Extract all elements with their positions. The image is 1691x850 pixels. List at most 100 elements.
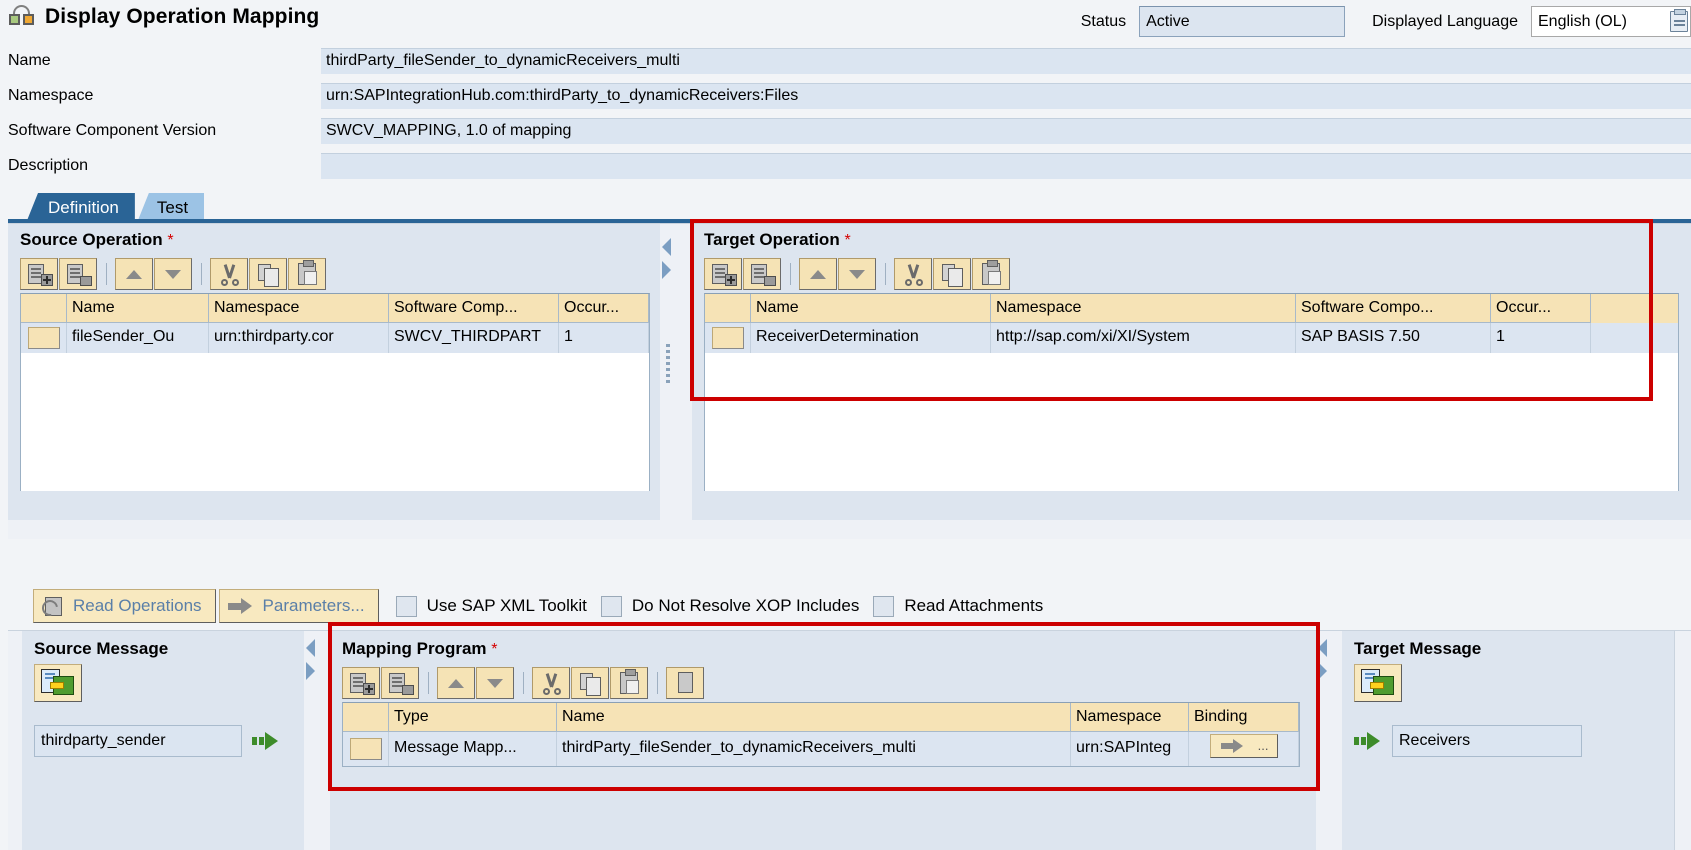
arrow-right-icon <box>227 598 254 614</box>
paste-icon[interactable] <box>288 258 326 290</box>
toolbar-separator <box>657 672 658 694</box>
source-operation-title: Source Operation * <box>20 230 660 250</box>
column-select <box>705 294 751 323</box>
insert-row-icon[interactable] <box>342 667 380 699</box>
read-attachments-checkbox[interactable]: Read Attachments <box>873 595 1044 617</box>
checkbox-icon[interactable] <box>873 595 895 617</box>
status-label: Status <box>1080 12 1127 30</box>
row-selector[interactable] <box>21 323 67 353</box>
do-not-resolve-xop-includes-label: Do Not Resolve XOP Includes <box>631 596 860 615</box>
target-message-value: Receivers <box>1392 725 1582 757</box>
toolbar-separator <box>885 263 886 285</box>
mapping-program-toolbar <box>342 664 1302 702</box>
source-message-structure-button[interactable] <box>34 664 82 702</box>
software-component-version-label: Software Component Version <box>8 122 217 139</box>
table-row[interactable]: Message Mapp... thirdParty_fileSender_to… <box>343 732 1299 766</box>
move-down-icon[interactable] <box>154 258 192 290</box>
table-empty-area <box>21 353 649 491</box>
insert-row-icon[interactable] <box>20 258 58 290</box>
binding-button[interactable]: ... <box>1209 734 1278 758</box>
toolbar-separator <box>201 263 202 285</box>
software-component-version-field: SWCV_MAPPING, 1.0 of mapping <box>321 118 1691 144</box>
delete-row-icon[interactable] <box>743 258 781 290</box>
column-software-component: Software Comp... <box>389 294 559 323</box>
required-star: * <box>167 232 174 249</box>
row-selector[interactable] <box>343 732 389 766</box>
display-icon[interactable] <box>666 667 704 699</box>
vertical-scrollbar[interactable] <box>1674 631 1691 850</box>
move-up-icon[interactable] <box>115 258 153 290</box>
move-down-icon[interactable] <box>838 258 876 290</box>
cell-namespace: urn:SAPInteg <box>1071 732 1189 766</box>
list-picker-icon[interactable] <box>1670 9 1688 32</box>
cell-occurrence: 1 <box>1491 323 1591 353</box>
do-not-resolve-xop-includes-checkbox[interactable]: Do Not Resolve XOP Includes <box>600 595 860 617</box>
move-up-icon[interactable] <box>799 258 837 290</box>
use-sap-xml-toolkit-checkbox[interactable]: Use SAP XML Toolkit <box>395 595 587 617</box>
target-operation-title-text: Target Operation <box>704 230 840 249</box>
delete-row-icon[interactable] <box>381 667 419 699</box>
delete-row-icon[interactable] <box>59 258 97 290</box>
collapse-left-arrow-icon[interactable] <box>306 639 315 657</box>
source-message-panel: Source Message thirdparty_sender <box>22 631 304 850</box>
target-operation-title: Target Operation * <box>704 230 1691 250</box>
expand-right-arrow-icon[interactable] <box>1318 662 1327 680</box>
splitter-arrows[interactable] <box>662 238 674 284</box>
column-software-component: Software Compo... <box>1296 294 1491 323</box>
form-row-swcv: Software Component Version SWCV_MAPPING,… <box>8 118 1691 144</box>
page-header: Display Operation Mapping Status Active … <box>0 0 1691 48</box>
operation-mapping-icon <box>8 4 36 30</box>
read-operations-button[interactable]: Read Operations <box>33 589 216 623</box>
copy-icon[interactable] <box>933 258 971 290</box>
insert-row-icon[interactable] <box>704 258 742 290</box>
toolbar-separator <box>428 672 429 694</box>
cell-occurrence: 1 <box>559 323 649 353</box>
splitter-grip[interactable] <box>666 344 670 384</box>
expand-right-arrow-icon[interactable] <box>662 261 671 279</box>
checkbox-icon[interactable] <box>600 595 622 617</box>
toolbar-separator <box>106 263 107 285</box>
cut-icon[interactable] <box>532 667 570 699</box>
source-operation-panel: Source Operation * Name Namespace Softwa… <box>8 224 660 520</box>
column-name: Name <box>67 294 209 323</box>
collapse-left-arrow-icon[interactable] <box>1318 639 1327 657</box>
cell-software-component: SWCV_THIRDPART <box>389 323 559 353</box>
panel-splitter[interactable] <box>660 224 692 520</box>
displayed-language-label: Displayed Language <box>1372 12 1518 30</box>
row-selector[interactable] <box>705 323 751 353</box>
target-message-splitter[interactable] <box>1316 631 1342 850</box>
copy-icon[interactable] <box>249 258 287 290</box>
source-message-value: thirdparty_sender <box>34 725 242 757</box>
required-star: * <box>491 641 498 658</box>
paste-icon[interactable] <box>972 258 1010 290</box>
green-arrow-icon <box>252 732 280 750</box>
table-row[interactable]: ReceiverDetermination http://sap.com/xi/… <box>705 323 1678 353</box>
target-message-panel: Target Message Receivers <box>1342 631 1674 850</box>
move-up-icon[interactable] <box>437 667 475 699</box>
target-message-structure-button[interactable] <box>1354 664 1402 702</box>
mapping-program-title-text: Mapping Program <box>342 639 487 658</box>
description-field[interactable] <box>321 153 1691 179</box>
paste-icon[interactable] <box>610 667 648 699</box>
displayed-language-select[interactable]: English (OL) <box>1531 6 1691 37</box>
cell-type: Message Mapp... <box>389 732 557 766</box>
checkbox-icon[interactable] <box>395 595 417 617</box>
splitter-arrows[interactable] <box>306 639 318 685</box>
table-row[interactable]: fileSender_Ou urn:thirdparty.cor SWCV_TH… <box>21 323 649 353</box>
target-operation-table-body: ReceiverDetermination http://sap.com/xi/… <box>705 323 1678 353</box>
read-attachments-label: Read Attachments <box>904 596 1044 615</box>
expand-right-arrow-icon[interactable] <box>306 662 315 680</box>
cut-icon[interactable] <box>894 258 932 290</box>
splitter-arrows[interactable] <box>1318 639 1330 685</box>
cut-icon[interactable] <box>210 258 248 290</box>
collapse-left-arrow-icon[interactable] <box>662 238 671 256</box>
move-down-icon[interactable] <box>476 667 514 699</box>
tab-strip: Definition Test <box>0 189 1691 223</box>
name-field: thirdParty_fileSender_to_dynamicReceiver… <box>321 48 1691 74</box>
parameters-button[interactable]: Parameters... <box>218 589 379 623</box>
form-row-namespace: Namespace urn:SAPIntegrationHub.com:thir… <box>8 83 1691 109</box>
source-message-splitter[interactable] <box>304 631 330 850</box>
cell-binding[interactable]: ... <box>1189 732 1299 766</box>
copy-icon[interactable] <box>571 667 609 699</box>
attributes-form: Name thirdParty_fileSender_to_dynamicRec… <box>0 48 1691 179</box>
